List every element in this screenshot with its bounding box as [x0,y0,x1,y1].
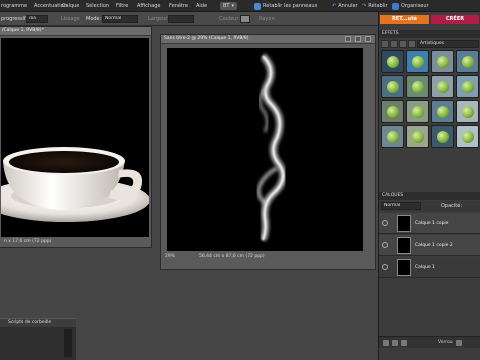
effect-thumb[interactable] [456,75,479,98]
adjustment-layer-icon[interactable] [392,339,398,346]
radius-label: Rayon: [259,16,277,22]
coffee-cup-image [1,147,149,222]
layer-row[interactable]: Calque 1 copie 2 [379,235,480,256]
brush-select[interactable]: dia [26,15,48,23]
effect-thumb[interactable] [381,125,404,148]
undo-button[interactable]: ↶ Annuler [332,2,358,10]
lock-icon[interactable] [455,339,462,346]
effect-thumb[interactable] [431,50,454,73]
redo-button[interactable]: ↷ Rétablir [362,2,388,10]
tab-edit[interactable]: RET...uté [380,15,429,24]
effect-thumb[interactable] [431,100,454,123]
document-title-left[interactable]: /Calque 1, RVB/8)* [0,27,151,36]
effect-thumb[interactable] [381,75,404,98]
effect-thumb[interactable] [456,100,479,123]
zoom-level[interactable]: 29% [163,253,183,261]
reset-panels-icon [254,2,261,10]
menu-affichage[interactable]: Affichage [137,3,161,9]
eye-icon[interactable] [382,264,388,270]
blend-mode-select[interactable]: Normal [381,202,421,210]
layer-name: Calque 1 copie 2 [415,243,453,248]
layer-name: Calque 1 [415,265,435,270]
photo-effects-button[interactable] [399,39,407,48]
layer-name: Calque 1 copie [415,221,449,226]
effect-thumb[interactable] [406,100,429,123]
effect-thumb[interactable] [381,50,404,73]
color-label: Couleur: [219,16,241,22]
effect-thumb[interactable] [406,75,429,98]
bin-title[interactable]: Scripts de corbeille [0,319,76,327]
effect-thumb[interactable] [406,125,429,148]
organizer-button[interactable]: Organiseur [392,2,429,10]
redo-icon: ↷ [362,3,367,9]
document-window-right: Sans titre-2 @ 29% (Calque 1, RVB/8) 29%… [160,34,376,270]
layer-thumbnail [397,259,411,276]
width-input[interactable] [168,15,194,23]
layer-row[interactable]: Calque 1 [379,257,480,278]
effect-thumb[interactable] [406,50,429,73]
eye-icon[interactable] [382,220,388,226]
menu-fenetre[interactable]: Fenêtre [169,3,188,9]
document-window-left: /Calque 1, RVB/8)* n x 17,6 cm (72 ppp) [0,26,152,248]
mode-label: Mode: [86,16,102,22]
smoothing-label: Lissage [61,16,80,22]
effects-panel-title[interactable]: EFFETS [379,30,480,38]
layer-row[interactable]: Calque 1 copie [379,213,480,234]
effect-thumb[interactable] [431,125,454,148]
layers-options-bar: Normal Opacité: [379,201,480,212]
layer-styles-button[interactable] [390,39,398,48]
effects-toolbar: Artistiques [381,39,479,48]
maximize-button[interactable] [355,36,361,42]
document-status-right: 56,44 cm x 87,6 cm (72 ppp) [199,253,299,261]
trash-icon[interactable] [401,339,407,346]
eye-icon[interactable] [382,242,388,248]
effect-thumb[interactable] [381,100,404,123]
effect-thumb[interactable] [456,50,479,73]
menu-programme[interactable]: rogramme [1,3,27,9]
layers-empty-area [379,279,480,336]
document-status-left: n x 17,6 cm (72 ppp) [1,238,149,246]
document-title-right[interactable]: Sans titre-2 @ 29% (Calque 1, RVB/8) [161,35,375,44]
layers-panel-title[interactable]: CALQUES [379,192,480,200]
opacity-label: Opacité: [441,203,463,209]
filters-button[interactable] [381,39,389,48]
menu-aide[interactable]: Aide [196,3,207,9]
effects-thumbnails [381,50,479,148]
color-swatch[interactable] [240,15,250,23]
tab-create[interactable]: CRÉER [431,15,479,24]
undo-icon: ↶ [332,3,337,9]
effect-thumb[interactable] [456,125,479,148]
layers-bottom-bar: Verrou [379,336,480,348]
menubar: rogramme Accentuation Calque Sélection F… [0,0,480,12]
all-effects-button[interactable] [408,39,416,48]
close-button[interactable] [365,36,371,42]
layer-thumbnail [397,215,411,232]
reset-panels-button[interactable]: Rétablir les panneaux [254,2,317,10]
right-panel: RET...uté CRÉER EFFETS Artistiques CALQU… [378,12,480,360]
workspace-badge[interactable]: BT ▾ [220,2,237,10]
menu-filtre[interactable]: Filtre [116,3,128,9]
width-label: Largeur: [148,16,169,22]
mode-select[interactable]: Normal [102,15,138,23]
menu-selection[interactable]: Sélection [86,3,109,9]
smoke-image [256,53,287,242]
document-canvas-right[interactable] [167,48,363,251]
lock-label: Verrou [438,340,453,345]
organizer-icon [392,2,399,10]
new-layer-icon[interactable] [383,339,389,346]
bin-scrollbar[interactable] [64,329,72,357]
effects-category-select[interactable]: Artistiques [417,39,479,48]
workspace: /Calque 1, RVB/8)* n x 17,6 cm (72 ppp) … [0,26,378,360]
menu-calque[interactable]: Calque [62,3,79,9]
layer-thumbnail [397,237,411,254]
brush-label: progressif: [1,16,28,22]
minimize-button[interactable] [345,36,351,42]
project-bin: Scripts de corbeille [0,318,76,360]
document-canvas-left[interactable] [1,38,149,237]
effect-thumb[interactable] [431,75,454,98]
